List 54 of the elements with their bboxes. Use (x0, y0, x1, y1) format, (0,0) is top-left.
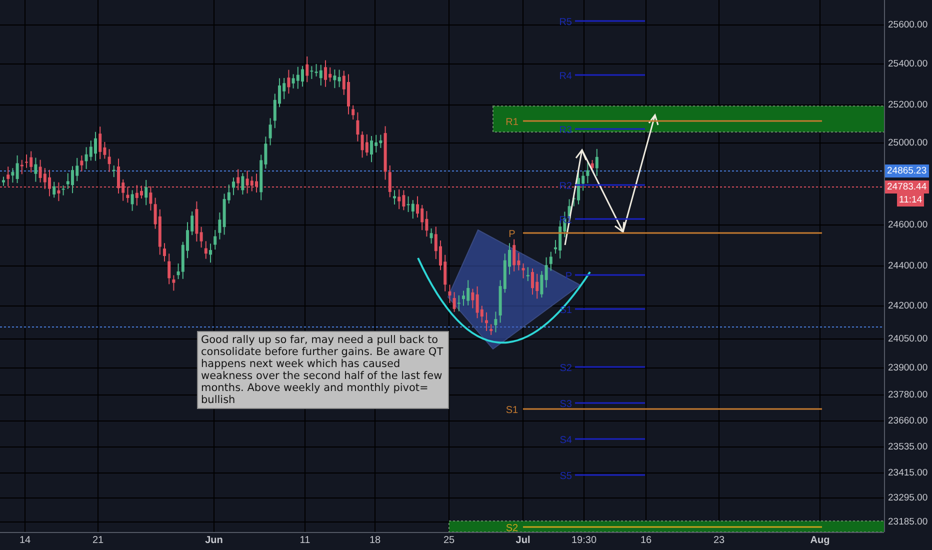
pivot-label: S5 (560, 471, 572, 482)
time-tick: Jun (205, 535, 223, 546)
time-tick: 16 (640, 535, 652, 546)
price-tag: 11:14 (897, 194, 924, 206)
pivot-line (575, 184, 645, 186)
pivot-label: S2 (560, 363, 572, 374)
pivot-label: S1 (506, 405, 518, 416)
pivot-line (575, 474, 645, 476)
pivot-label: P (508, 229, 516, 240)
pivot-label: R5 (559, 17, 572, 28)
time-tick: 18 (369, 535, 381, 546)
price-tag: 24865.23 (885, 164, 929, 178)
price-tick: 23185.00 (888, 516, 928, 528)
time-tick: 14 (19, 535, 31, 546)
price-tick: 23900.00 (888, 362, 928, 374)
time-tick: 25 (443, 535, 455, 546)
pivot-label: R2 (559, 181, 572, 192)
price-tick: 23780.00 (888, 390, 928, 400)
note-text: Good rally up so far, may need a pull back to consolidate before further gains. Be aware QT happens next week which has caused weakness over the second half of the last few months. Above weekly and monthly pivot= bullish (197, 331, 449, 409)
pivot-label: S1 (560, 305, 572, 316)
pivot-line (575, 274, 645, 276)
price-tick: 25000.00 (888, 138, 928, 148)
pivot-label: P (565, 271, 572, 282)
pivot-line (575, 308, 645, 310)
time-tick: 23 (713, 535, 725, 546)
time-tick: 11 (300, 535, 310, 546)
time-tick: Aug (810, 535, 830, 546)
price-tick: 24200.00 (888, 300, 928, 312)
time-tick: Jul (516, 535, 530, 546)
pivot-line (575, 74, 645, 76)
pivot-line (575, 438, 645, 440)
pivot-label: R4 (559, 71, 572, 82)
pivot-line (575, 366, 645, 368)
price-tick: 25200.00 (888, 100, 928, 110)
price-tick: 23295.00 (888, 492, 928, 504)
price-tick: 25400.00 (888, 58, 928, 70)
pivot-label: S3 (560, 399, 572, 410)
pivot-line (575, 402, 645, 404)
pivot-label: S2 (506, 523, 518, 532)
price-tick: 23660.00 (888, 416, 928, 426)
price-tick: 24600.00 (888, 220, 928, 230)
price-tick: 24050.00 (888, 334, 928, 344)
price-tick: 25600.00 (888, 20, 928, 30)
price-tick: 23535.00 (888, 442, 928, 452)
pivot-line (575, 20, 645, 22)
pivot-line (575, 218, 645, 220)
pivot-line (575, 128, 645, 130)
price-tag: 24783.44 (885, 180, 929, 194)
price-tick: 24400.00 (888, 260, 928, 272)
time-tick: 19:30 (571, 535, 597, 546)
price-tick: 23415.00 (888, 468, 928, 478)
time-tick: 21 (92, 535, 104, 546)
pivot-label: R1 (506, 117, 518, 128)
pivot-label: S4 (560, 435, 572, 446)
